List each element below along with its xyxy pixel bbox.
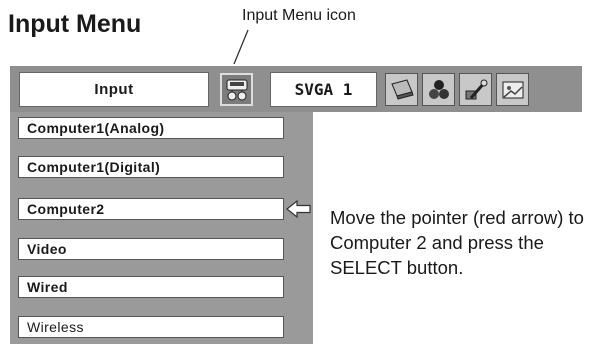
menu-item-computer1-digital[interactable]: Computer1(Digital) <box>18 156 284 178</box>
menu-item-wired[interactable]: Wired <box>18 276 284 298</box>
signal-source-display: SVGA 1 <box>270 72 377 107</box>
input-menu-title: Input <box>19 72 209 107</box>
screen-icon[interactable] <box>385 73 418 106</box>
menu-item-computer2[interactable]: Computer2 <box>18 198 284 220</box>
pointer-arrow-icon <box>286 199 311 219</box>
color-icon[interactable] <box>422 73 455 106</box>
instruction-text: Move the pointer (red arrow) to Computer… <box>330 207 584 278</box>
input-menu-panel <box>10 112 313 344</box>
callout-label: Input Menu icon <box>242 7 356 24</box>
page-title: Input Menu <box>8 10 142 38</box>
menu-item-computer1-analog[interactable]: Computer1(Analog) <box>18 117 284 139</box>
image-icon[interactable] <box>496 73 529 106</box>
menu-item-wireless[interactable]: Wireless <box>18 316 284 338</box>
menu-item-video[interactable]: Video <box>18 238 284 260</box>
input-menu-icon[interactable] <box>220 73 253 106</box>
callout-leader-line <box>233 29 249 65</box>
setting-icon[interactable] <box>459 73 492 106</box>
